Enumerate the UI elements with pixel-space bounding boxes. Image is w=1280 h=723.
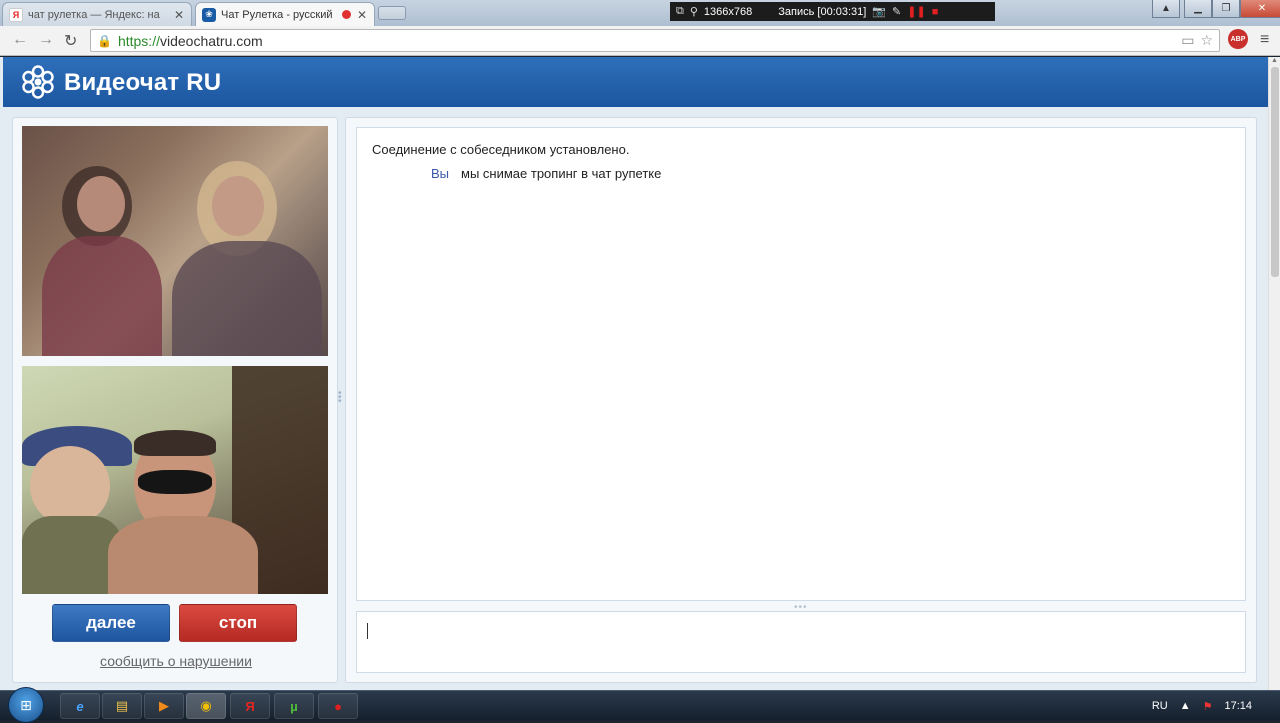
url-host: videochatru.com (159, 32, 263, 49)
message-author: Вы (431, 166, 450, 181)
chrome-icon[interactable]: ◉ (186, 693, 226, 719)
close-window-icon[interactable]: ✕ (1240, 0, 1280, 18)
tray-expand-icon[interactable]: ▲ (1180, 700, 1191, 712)
pause-icon[interactable]: ❚❚ (907, 5, 925, 18)
star-icon[interactable]: ☆ (1200, 32, 1213, 49)
taskbar: ⊞ e ▤ ▶ ◉ Я µ ● RU ▲ ⚑ 17:14 (0, 687, 1280, 723)
recorder-resolution: 1366x768 (703, 5, 753, 18)
chat-message: Вы мы снимае тропинг в чат рупетке (431, 166, 661, 181)
tab-yandex-search[interactable]: Я чат рулетка — Яндекс: на ✕ (2, 2, 192, 26)
system-message: Соединение с собеседником установлено. (372, 142, 630, 157)
message-text: мы снимае тропинг в чат рупетке (461, 166, 662, 181)
camera-icon[interactable]: 📷 (872, 5, 886, 18)
forward-icon[interactable]: → (38, 31, 54, 49)
menu-icon[interactable]: ≡ (1260, 31, 1269, 49)
tab-close-icon[interactable]: ✕ (173, 8, 185, 22)
tab-videochat[interactable]: ❀ Чат Рулетка - русский ✕ (195, 2, 375, 26)
screen-recorder-bar: ⧉ ⚲ 1366x768 Запись [00:03:31] 📷 ✎ ❚❚ ■ (670, 2, 995, 21)
stop-button[interactable]: стоп (179, 604, 297, 642)
magnifier-icon[interactable]: ⚲ (690, 5, 698, 18)
url-scheme: https:// (117, 32, 160, 49)
scrollbar-thumb[interactable] (1271, 67, 1279, 277)
tab-label: чат рулетка — Яндекс: на (28, 8, 160, 21)
chat-input[interactable] (356, 611, 1246, 673)
ie-icon[interactable]: e (60, 693, 100, 719)
chat-log: Соединение с собеседником установлено. В… (356, 127, 1246, 601)
explorer-icon[interactable]: ▤ (102, 693, 142, 719)
page-scrollbar[interactable]: ▲ (1268, 57, 1280, 690)
language-indicator[interactable]: RU (1152, 700, 1168, 712)
site-header: Видеочат RU (3, 57, 1268, 107)
browser-titlebar: Я чат рулетка — Яндекс: на ✕ ❀ Чат Рулет… (0, 0, 1280, 26)
page: Видеочат RU далее стоп сообщить о наруше… (0, 57, 1268, 690)
back-icon[interactable]: ← (12, 31, 28, 49)
window-controls: ▁ ❐ ✕ (1184, 0, 1280, 18)
reload-icon[interactable]: ↻ (64, 31, 77, 51)
tab-close-icon[interactable]: ✕ (356, 8, 368, 22)
report-abuse-link[interactable]: сообщить о нарушении (13, 653, 339, 669)
scroll-up-icon[interactable]: ▲ (1271, 57, 1278, 64)
video-panel: далее стоп сообщить о нарушении (12, 117, 338, 683)
recorder-app-icon[interactable]: ● (318, 693, 358, 719)
stop-record-icon[interactable]: ■ (932, 6, 939, 18)
recorder-timer: Запись [00:03:31] (778, 5, 867, 18)
address-bar[interactable]: 🔒 https:// videochatru.com ▭ ☆ (90, 29, 1220, 52)
yandex-favicon-icon: Я (9, 7, 23, 22)
minimize-icon[interactable]: ▁ (1184, 0, 1212, 18)
media-player-icon[interactable]: ▶ (144, 693, 184, 719)
clock[interactable]: 17:14 (1224, 700, 1252, 712)
tab-label: Чат Рулетка - русский (221, 8, 333, 21)
action-center-flag-icon[interactable]: ⚑ (1203, 700, 1213, 713)
browser-navbar: ← → ↻ 🔒 https:// videochatru.com ▭ ☆ ABP… (0, 26, 1280, 56)
next-button[interactable]: далее (52, 604, 170, 642)
lock-icon: 🔒 (97, 33, 112, 48)
window-icon[interactable]: ⧉ (676, 5, 684, 18)
user-icon[interactable]: ▲ (1152, 0, 1180, 18)
pen-icon[interactable]: ✎ (892, 5, 901, 18)
camera-permission-icon[interactable]: ▭ (1181, 32, 1194, 49)
adblock-icon[interactable]: ABP12 (1228, 29, 1248, 49)
new-tab-button[interactable] (378, 6, 406, 20)
text-caret (367, 623, 368, 639)
recording-indicator-icon (342, 10, 351, 19)
maximize-icon[interactable]: ❐ (1212, 0, 1240, 18)
chat-panel: Соединение с собеседником установлено. В… (345, 117, 1257, 683)
utorrent-icon[interactable]: µ (274, 693, 314, 719)
yandex-browser-icon[interactable]: Я (230, 693, 270, 719)
system-tray: RU ▲ ⚑ 17:14 (1152, 691, 1280, 721)
remote-video (22, 126, 328, 356)
site-title[interactable]: Видеочат RU (64, 69, 221, 97)
videochat-favicon-icon: ❀ (202, 7, 216, 22)
local-video (22, 366, 328, 594)
vertical-splitter-handle[interactable]: • • • (338, 389, 342, 407)
start-button[interactable]: ⊞ (8, 687, 44, 723)
user-button[interactable]: ▲ (1152, 0, 1180, 18)
videochat-logo-icon[interactable] (21, 65, 55, 99)
